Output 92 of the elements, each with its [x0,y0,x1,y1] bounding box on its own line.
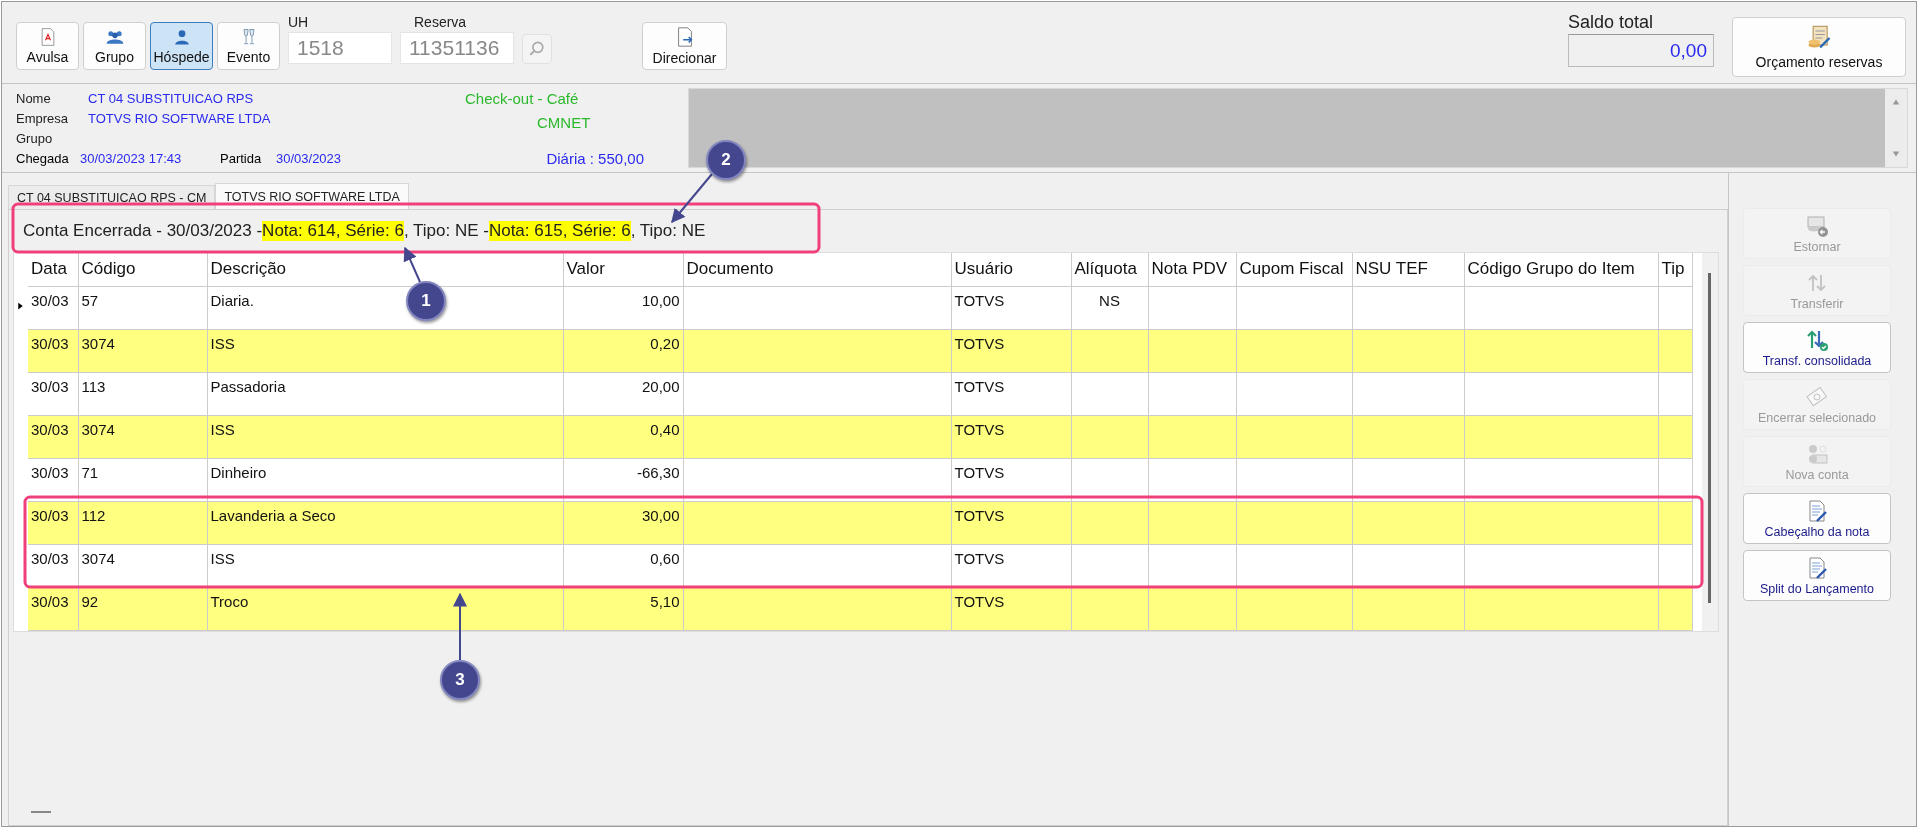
table-cell: 30/03 [31,334,69,352]
table-cell: 3074 [81,334,115,352]
field-label: Partida [220,150,263,166]
table-cell: TOTVS [954,463,1005,481]
table-cell: 3074 [81,420,115,438]
scroll-thumb[interactable] [1708,273,1711,603]
mode-button[interactable]: Hóspede [150,22,213,70]
field-value: 30/03/2023 17:43 [80,150,183,166]
table-cell: 5,10 [650,592,680,610]
callout-arrow [403,246,421,283]
table-cell: 0,60 [650,549,680,567]
scroll-up-icon [1891,97,1901,107]
table-cell: 0,20 [650,334,680,352]
callout-arrow [453,592,467,661]
field-value: TOTVS RIO SOFTWARE LTDA [88,110,271,126]
table-cell: ISS [210,549,235,567]
column-header[interactable]: Usuário [951,253,1071,287]
table-cell: 30/03 [31,420,69,438]
table-cell: 92 [81,592,99,610]
field-label: Reserva [413,14,468,32]
table-cell: 71 [81,463,99,481]
table-cell: Diaria. [210,291,254,309]
table-cell: 30/03 [31,592,69,610]
table-cell: 20,00 [641,377,680,395]
budget-button[interactable]: Orçamento reservas [1732,17,1906,77]
field-label: Chegada [16,150,70,166]
input-field[interactable]: 1518 [288,32,392,64]
splitter-handle[interactable] [31,811,51,813]
column-header[interactable]: Cupom Fiscal [1236,253,1352,287]
table-cell: ISS [210,334,235,352]
account-status: Conta Encerrada - 30/03/2023 -Nota: 614, Série: 6, Tipo: NE -Nota: 615, Série: 6, Tipo: NE [22,220,707,243]
redirect-button[interactable]: Direcionar [642,22,727,70]
balance-label: Saldo total [1568,12,1655,34]
field-value: 30/03/2023 [276,150,342,166]
table-cell: TOTVS [954,377,1005,395]
column-header[interactable]: NSU TEF [1352,253,1464,287]
search-button[interactable] [522,34,552,64]
table-cell: 30,00 [641,506,680,524]
field-value: CT 04 SUBSTITUICAO RPS [88,90,254,106]
column-header[interactable]: Tip [1658,253,1692,287]
origin-text: CMNET [537,114,591,131]
table-cell: ISS [210,420,235,438]
input-field[interactable]: 11351136 [400,32,514,64]
table-cell: TOTVS [954,592,1005,610]
field-label: Grupo [16,130,54,146]
column-header[interactable]: Nota PDV [1148,253,1236,287]
scrollbar[interactable] [1702,253,1718,631]
table-cell: TOTVS [954,506,1005,524]
table-cell: TOTVS [954,420,1005,438]
action-button[interactable]: Cabeçalho da nota [1743,493,1891,544]
column-header[interactable]: Código Grupo do Item [1464,253,1658,287]
column-header[interactable]: Valor [563,253,683,287]
mode-button[interactable]: Grupo [83,22,146,70]
column-header[interactable]: Documento [683,253,951,287]
table-cell: 30/03 [31,549,69,567]
action-button[interactable]: Split do Lançamento [1743,550,1891,601]
table-cell: TOTVS [954,291,1005,309]
table-cell: 30/03 [31,291,69,309]
table-cell: Troco [210,592,249,610]
scrollbar[interactable] [1885,89,1907,167]
field-label: Empresa [16,110,70,126]
column-header[interactable]: Código [78,253,207,287]
table-cell: 10,00 [641,291,680,309]
table-cell: NS [1099,291,1120,309]
table-cell: Dinheiro [210,463,267,481]
money-return-icon [1805,213,1829,238]
table-cell: 113 [81,377,106,395]
column-header[interactable]: Descrição [207,253,563,287]
field-label: Nome [16,90,52,106]
status-text: Check-out - Café [465,90,579,107]
table-cell: 57 [81,291,99,309]
column-header[interactable]: Data [28,253,78,287]
table-cell: 30/03 [31,377,69,395]
scroll-down-icon [1891,149,1901,159]
mode-button[interactable]: Avulsa [16,22,79,70]
mode-button[interactable]: Evento [217,22,280,70]
table-cell: -66,30 [636,463,680,481]
field-label: UH [288,14,310,32]
table-cell: Lavanderia a Seco [210,506,336,524]
balance-field: 0,00 [1568,34,1714,67]
table-cell: 0,40 [650,420,680,438]
table-cell: TOTVS [954,549,1005,567]
table-cell: 30/03 [31,463,69,481]
column-header[interactable]: Alíquota [1071,253,1148,287]
daily-rate: Diária : 550,00 [546,150,644,167]
action-button[interactable]: Transf. consolidada [1743,322,1891,373]
table-cell: Passadoria [210,377,286,395]
table-cell: 30/03 [31,506,69,524]
table-cell: 112 [81,506,106,524]
callout-arrow [671,173,713,224]
table-cell: 3074 [81,549,115,567]
table-cell: TOTVS [954,334,1005,352]
